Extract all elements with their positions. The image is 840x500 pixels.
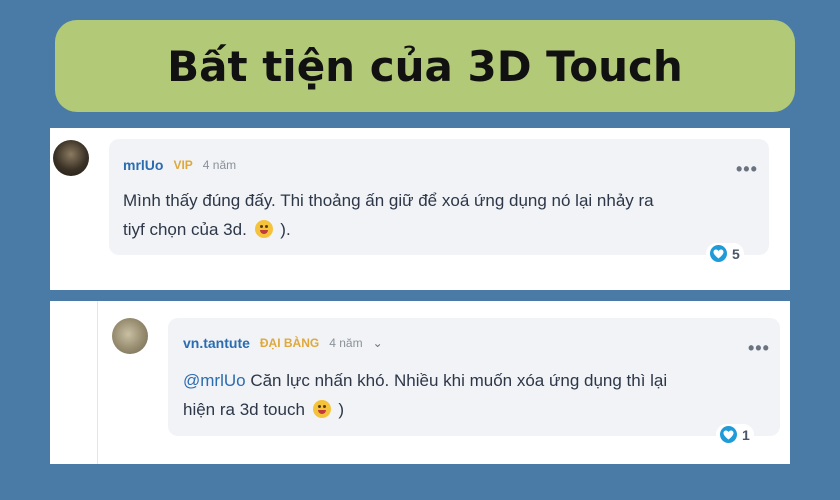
author-name[interactable]: vn.tantute xyxy=(183,335,250,351)
user-badge: ĐẠI BÀNG xyxy=(259,336,320,350)
comment-text-line: tiyf chọn của 3d. ). xyxy=(123,215,753,244)
avatar[interactable] xyxy=(53,140,89,176)
comment-text-segment: Căn lực nhấn khó. Nhiều khi muốn xóa ứng… xyxy=(245,371,668,390)
comment-text-line: Mình thấy đúng đấy. Thi thoảng ấn giữ để… xyxy=(123,191,654,210)
more-options-icon[interactable]: ••• xyxy=(748,339,770,357)
reaction-count: 1 xyxy=(742,426,750,443)
avatar[interactable] xyxy=(112,318,148,354)
comment-text: @mrlUo Căn lực nhấn khó. Nhiều khi muốn … xyxy=(183,366,773,424)
timestamp[interactable]: 4 năm xyxy=(203,158,236,172)
mention-link[interactable]: @mrlUo xyxy=(183,371,246,390)
more-options-icon[interactable]: ••• xyxy=(736,160,758,178)
comment-text-segment: ). xyxy=(280,220,291,239)
comment-text: Mình thấy đúng đấy. Thi thoảng ấn giữ để… xyxy=(123,186,753,244)
heart-icon xyxy=(720,426,737,443)
comment-text-line: @mrlUo Căn lực nhấn khó. Nhiều khi muốn … xyxy=(183,366,773,395)
comment-text-segment: tiyf chọn của 3d. xyxy=(123,220,247,239)
comment-meta: mrlUo VIP 4 năm xyxy=(123,157,236,173)
reaction-button[interactable]: 5 xyxy=(706,243,744,264)
reaction-count: 5 xyxy=(732,245,740,262)
title-banner: Bất tiện của 3D Touch xyxy=(55,20,795,112)
thread-line xyxy=(97,301,98,464)
comment-text-segment: hiện ra 3d touch xyxy=(183,400,305,419)
chevron-down-icon[interactable]: ⌄ xyxy=(373,336,383,350)
comment-text-segment: ) xyxy=(338,400,345,419)
grinning-emoji-icon xyxy=(312,400,331,418)
heart-icon xyxy=(710,245,727,262)
comment-text-line: hiện ra 3d touch ) xyxy=(183,395,773,424)
page-title: Bất tiện của 3D Touch xyxy=(167,41,683,91)
author-name[interactable]: mrlUo xyxy=(123,157,163,173)
timestamp[interactable]: 4 năm xyxy=(329,336,362,350)
comment-meta: vn.tantute ĐẠI BÀNG 4 năm ⌄ xyxy=(183,335,383,351)
laughing-emoji-icon xyxy=(254,220,273,238)
reaction-button[interactable]: 1 xyxy=(716,424,754,445)
user-badge: VIP xyxy=(173,158,193,172)
